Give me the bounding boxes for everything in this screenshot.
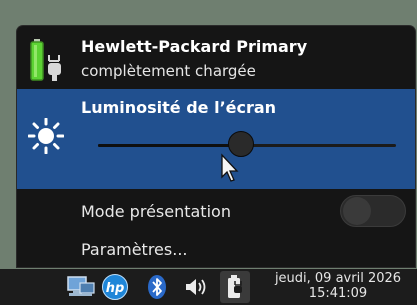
brightness-slider-fill — [98, 144, 242, 147]
taskbar: hp jeudi, 09 avril 2026 15:41:09 — [0, 269, 417, 305]
svg-text:hp: hp — [106, 281, 125, 296]
settings-row[interactable]: Paramètres... — [17, 233, 415, 267]
brightness-row: Luminosité de l’écran — [17, 89, 415, 189]
battery-name: Hewlett-Packard Primary — [81, 37, 308, 56]
brightness-sun-icon — [28, 118, 64, 154]
clock-time: 15:41:09 — [308, 286, 368, 301]
brightness-label: Luminosité de l’écran — [81, 98, 277, 117]
settings-link[interactable]: Paramètres... — [81, 240, 187, 259]
clock[interactable]: jeudi, 09 avril 2026 15:41:09 — [262, 271, 414, 301]
presentation-mode-row[interactable]: Mode présentation — [17, 189, 415, 233]
mouse-cursor-icon — [221, 153, 239, 182]
battery-tray-icon — [228, 275, 242, 298]
power-menu-popup: Hewlett-Packard Primary complètement cha… — [17, 26, 415, 267]
network-icon[interactable] — [66, 274, 96, 300]
presentation-mode-toggle[interactable] — [340, 195, 406, 227]
volume-icon[interactable] — [183, 274, 207, 300]
hp-icon[interactable]: hp — [100, 274, 130, 300]
battery-tray-button[interactable] — [220, 271, 250, 303]
battery-row[interactable]: Hewlett-Packard Primary complètement cha… — [17, 26, 415, 89]
bluetooth-icon[interactable] — [147, 274, 167, 300]
battery-full-icon — [30, 39, 61, 81]
presentation-mode-label: Mode présentation — [81, 202, 231, 221]
clock-date: jeudi, 09 avril 2026 — [274, 271, 402, 286]
toggle-knob — [343, 197, 371, 225]
battery-status: complètement chargée — [81, 62, 256, 80]
